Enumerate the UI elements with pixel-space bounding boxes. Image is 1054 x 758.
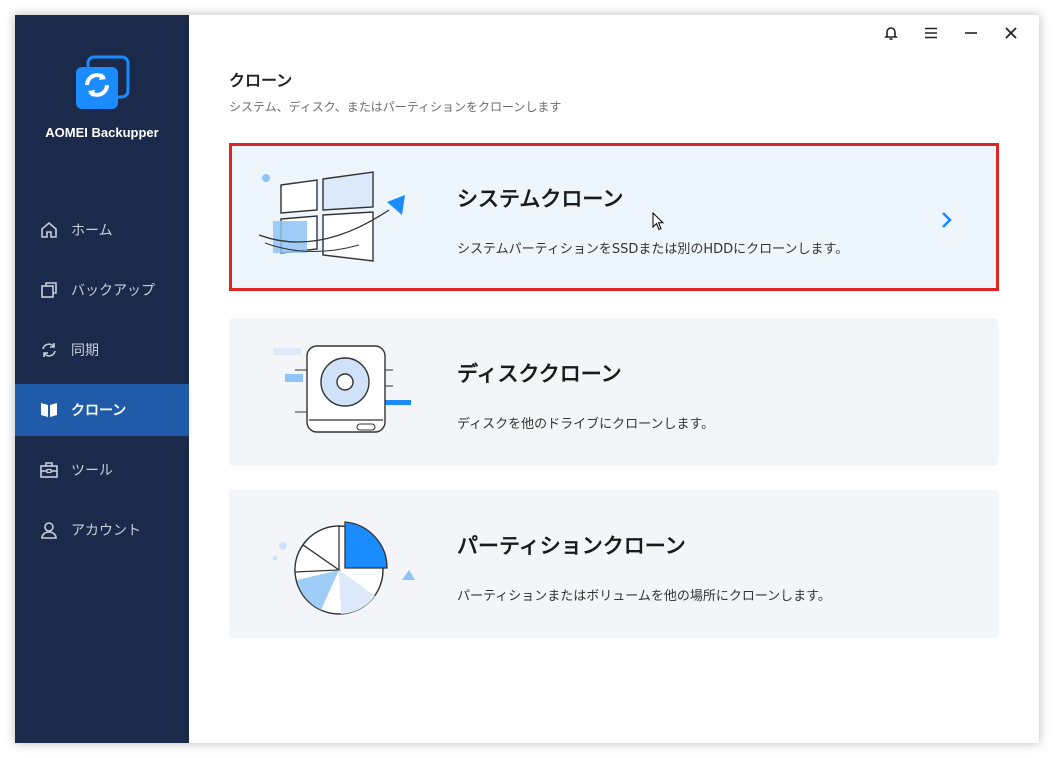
sidebar-item-label: ツール (71, 463, 113, 479)
clone-icon (39, 400, 59, 420)
sidebar-item-clone[interactable]: クローン (15, 384, 189, 436)
system-clone-card[interactable]: システムクローン システムパーティションをSSDまたは別のHDDにクローンします… (229, 143, 999, 291)
sidebar-item-backup[interactable]: バックアップ (15, 264, 189, 316)
page-subtitle: システム、ディスク、またはパーティションをクローンします (229, 100, 562, 114)
sync-icon (39, 340, 59, 360)
card-title: パーティションクローン (457, 534, 686, 558)
sidebar: AOMEI Backupper ホーム バックアップ 同期 クローン ツール ア… (15, 15, 189, 743)
minimize-icon (963, 25, 979, 45)
sidebar-item-label: 同期 (71, 343, 99, 359)
minimize-button[interactable] (951, 23, 991, 47)
card-description: システムパーティションをSSDまたは別のHDDにクローンします。 (457, 242, 849, 257)
sidebar-nav: ホーム バックアップ 同期 クローン ツール アカウント (15, 204, 189, 564)
sidebar-item-label: アカウント (71, 523, 141, 539)
card-description: パーティションまたはボリュームを他の場所にクローンします。 (457, 589, 831, 604)
sidebar-item-tools[interactable]: ツール (15, 444, 189, 496)
sidebar-item-sync[interactable]: 同期 (15, 324, 189, 376)
sidebar-item-label: ホーム (71, 223, 113, 239)
hamburger-menu-icon (923, 25, 939, 45)
sidebar-item-home[interactable]: ホーム (15, 204, 189, 256)
partition-clone-card[interactable]: パーティションクローン パーティションまたはボリュームを他の場所にクローンします… (229, 490, 999, 638)
card-title: システムクローン (457, 187, 624, 211)
card-title: ディスククローン (457, 362, 622, 386)
mouse-cursor-icon (652, 211, 666, 232)
chevron-right-icon[interactable] (940, 209, 954, 231)
close-icon (1003, 25, 1019, 45)
window-controls (871, 23, 1031, 47)
bell-icon (883, 25, 899, 45)
app-logo (74, 55, 130, 111)
page-title: クローン (229, 71, 293, 90)
home-icon (39, 220, 59, 240)
sidebar-item-label: クローン (71, 403, 127, 419)
app-name: AOMEI Backupper (45, 125, 159, 140)
backup-icon (39, 280, 59, 300)
disk-clone-card[interactable]: ディスククローン ディスクを他のドライブにクローンします。 (229, 318, 999, 466)
menu-button[interactable] (911, 23, 951, 47)
disk-clone-illustration (259, 340, 419, 444)
account-icon (39, 520, 59, 540)
sidebar-item-label: バックアップ (71, 283, 155, 299)
partition-clone-illustration (259, 512, 419, 616)
notification-button[interactable] (871, 23, 911, 47)
system-clone-illustration (258, 165, 419, 269)
tools-icon (39, 460, 59, 480)
app-window: AOMEI Backupper ホーム バックアップ 同期 クローン ツール ア… (15, 15, 1039, 743)
sidebar-item-account[interactable]: アカウント (15, 504, 189, 556)
close-button[interactable] (991, 23, 1031, 47)
card-description: ディスクを他のドライブにクローンします。 (457, 417, 715, 432)
